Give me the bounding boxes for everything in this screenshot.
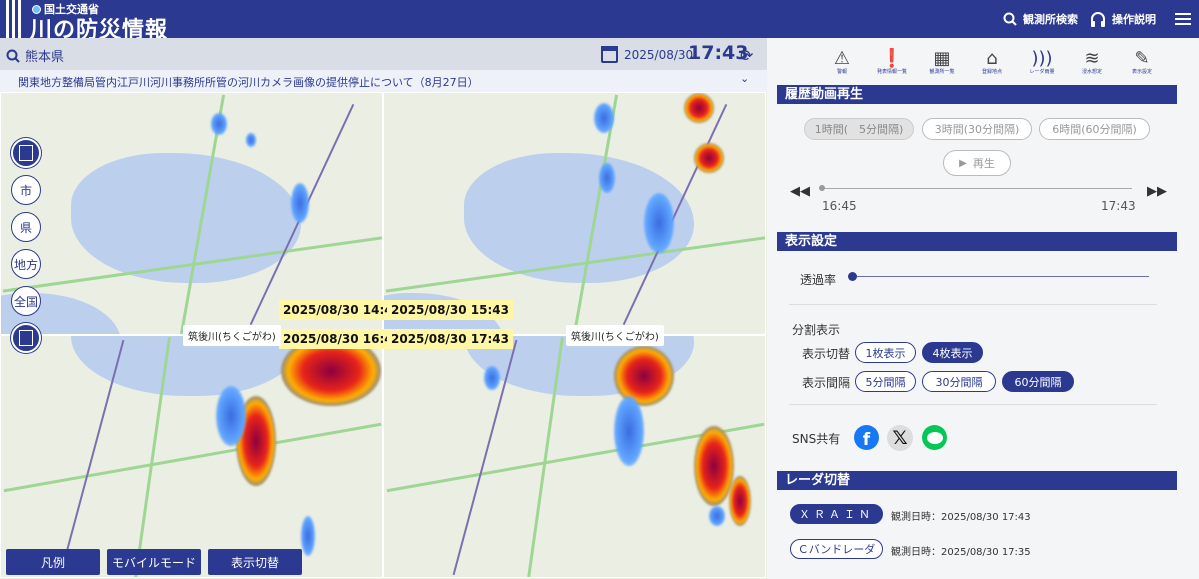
toolbar-icons: ⚠ 警報 ❗ 発表情報一覧 ▦ 観測所一覧 ⌂ 登録地点 ))) レーダ雨量 ≋ 浸水想定 … <box>817 48 1167 75</box>
home-icon: ⌂ <box>986 48 998 69</box>
opacity-label: 透過率 <box>800 273 837 287</box>
zoom-city-button[interactable]: 市 <box>11 175 41 205</box>
cband-radar-button[interactable]: Ｃバンドレーダ <box>790 539 883 559</box>
alert-label: 発表情報一覧 <box>876 69 907 75</box>
xrain-time: 観測日時：2025/08/30 17:43 <box>891 512 1031 523</box>
interval-5min-button[interactable]: 5分間隔 <box>855 371 916 392</box>
river-label[interactable]: 筑後川(ちくごがわ) <box>183 325 281 346</box>
opacity-slider-knob[interactable] <box>848 272 857 281</box>
control-panel: ⚠ 警報 ❗ 発表情報一覧 ▦ 観測所一覧 ⌂ 登録地点 ))) レーダ雨量 ≋ 浸水想定 … <box>767 38 1199 579</box>
legend-button[interactable]: 凡例 <box>6 549 100 575</box>
river-label[interactable]: 筑後川(ちくごがわ) <box>566 325 664 346</box>
history-3h-button[interactable]: 3時間(30分間隔) <box>922 118 1032 140</box>
line-icon[interactable] <box>922 425 947 450</box>
history-section-title: 履歴動画再生 <box>777 85 1177 104</box>
history-1h-button[interactable]: 1時間( 5分間隔) <box>804 118 914 140</box>
interval-60min-button[interactable]: 60分間隔 <box>1002 371 1074 392</box>
switch-label: 表示切替 <box>802 347 851 361</box>
map-panel-2 <box>383 92 766 335</box>
radar-button[interactable]: ))) レーダ雨量 <box>1017 48 1067 75</box>
map-panel-1 <box>0 92 383 335</box>
help-button[interactable]: 操作説明 <box>1090 11 1156 27</box>
sns-label: SNS共有 <box>792 432 841 446</box>
flood-icon: ≋ <box>1084 48 1100 69</box>
home-button[interactable]: ⌂ 登録地点 <box>967 48 1017 75</box>
app-header: 国土交通省 川の防災情報 観測所検索 操作説明 <box>0 0 1199 43</box>
fast-forward-icon[interactable]: ▶▶ <box>1147 184 1167 199</box>
radar-map[interactable]: 2025/08/30 14:43 2025/08/30 15:43 2025/0… <box>0 92 767 579</box>
radar-label: レーダ雨量 <box>1029 69 1055 75</box>
current-date: 2025/08/30 <box>624 48 694 62</box>
zoom-national-button[interactable]: 全国 <box>11 286 41 316</box>
notice-banner[interactable]: 関東地方整備局管内江戸川河川事務所所管の河川カメラ画像の提供停止について（8月2… <box>0 70 767 92</box>
play-button[interactable]: ▶ 再生 <box>943 150 1011 176</box>
notice-text: 関東地方整備局管内江戸川河川事務所所管の河川カメラ画像の提供停止について（8月2… <box>18 76 479 89</box>
station-list-icon: ▦ <box>933 48 951 69</box>
hamburger-menu-icon[interactable] <box>1175 13 1191 25</box>
radar-section-title: レーダ切替 <box>777 471 1177 490</box>
display-switch-button[interactable]: 表示切替 <box>208 549 302 575</box>
history-end-time: 17:43 <box>1101 199 1136 213</box>
interval-30min-button[interactable]: 30分間隔 <box>922 371 996 392</box>
flood-button[interactable]: ≋ 浸水想定 <box>1067 48 1117 75</box>
history-start-time: 16:45 <box>822 199 857 213</box>
time-stamp-2: 2025/08/30 15:43 <box>387 300 513 320</box>
play-label: 再生 <box>972 157 995 170</box>
warning-icon: ⚠ <box>833 48 851 69</box>
split-label: 分割表示 <box>792 323 841 337</box>
fullscreen-toggle-icon[interactable] <box>11 138 41 168</box>
x-icon[interactable]: 𝕏 <box>887 425 913 451</box>
bottom-toolbar: 凡例 モバイルモード 表示切替 <box>6 549 302 575</box>
opacity-slider-track[interactable] <box>857 276 1149 277</box>
headphone-icon <box>1091 11 1105 27</box>
station-list-button[interactable]: ▦ 観測所一覧 <box>917 48 967 75</box>
quad-view-button[interactable]: 4枚表示 <box>922 342 983 363</box>
alert-button[interactable]: ❗ 発表情報一覧 <box>867 48 917 75</box>
calendar-icon[interactable] <box>601 46 618 63</box>
home-label: 登録地点 <box>981 69 1002 75</box>
play-icon: ▶ <box>959 157 967 169</box>
interval-label: 表示間隔 <box>802 376 851 390</box>
station-search-label: 観測所検索 <box>1023 13 1078 26</box>
chevron-down-icon[interactable]: ⌄ <box>740 72 749 85</box>
alert-icon: ❗ <box>880 48 904 69</box>
tool-icon: ✎ <box>1134 48 1150 69</box>
divider <box>789 404 1157 405</box>
search-icon <box>6 49 20 63</box>
rewind-icon[interactable]: ◀◀ <box>790 184 810 199</box>
history-6h-button[interactable]: 6時間(60分間隔) <box>1039 118 1150 140</box>
help-label: 操作説明 <box>1112 13 1156 26</box>
map-panel-3 <box>0 335 383 578</box>
time-stamp-4: 2025/08/30 17:43 <box>387 329 513 349</box>
cband-radar-time: 観測日時：2025/08/30 17:35 <box>891 547 1031 558</box>
map-area: 熊本県 2025/08/30 17:43 ⟳ 関東地方整備局管内江戸川河川事務所… <box>0 38 767 579</box>
location-search[interactable]: 熊本県 <box>6 46 64 65</box>
zoom-controls: 市 県 地方 全国 <box>11 138 41 353</box>
warning-label: 警報 <box>836 69 847 75</box>
refresh-icon[interactable]: ⟳ <box>740 46 753 65</box>
display-section-title: 表示設定 <box>777 232 1177 251</box>
station-list-label: 観測所一覧 <box>929 69 955 75</box>
history-slider-track[interactable] <box>825 188 1132 189</box>
location-bar: 熊本県 2025/08/30 17:43 ⟳ <box>0 38 767 70</box>
logo-bars <box>6 0 21 38</box>
fullscreen-toggle-icon[interactable] <box>11 323 41 353</box>
tool-label: 表示設定 <box>1131 69 1152 75</box>
location-label: 熊本県 <box>25 50 65 65</box>
history-slider-knob[interactable] <box>819 185 825 191</box>
warning-button[interactable]: ⚠ 警報 <box>817 48 867 75</box>
zoom-region-button[interactable]: 地方 <box>11 249 41 279</box>
tool-button[interactable]: ✎ 表示設定 <box>1117 48 1167 75</box>
xrain-button[interactable]: ＸＲＡＩＮ <box>790 504 883 524</box>
search-icon <box>1003 12 1017 26</box>
flood-label: 浸水想定 <box>1081 69 1102 75</box>
facebook-icon[interactable]: f <box>854 425 879 450</box>
divider <box>789 304 1157 305</box>
radar-icon: ))) <box>1031 48 1053 69</box>
mobile-mode-button[interactable]: モバイルモード <box>107 549 201 575</box>
single-view-button[interactable]: 1枚表示 <box>855 342 916 363</box>
zoom-prefecture-button[interactable]: 県 <box>11 212 41 242</box>
map-panel-4 <box>383 335 766 578</box>
station-search-button[interactable]: 観測所検索 <box>1003 11 1078 27</box>
